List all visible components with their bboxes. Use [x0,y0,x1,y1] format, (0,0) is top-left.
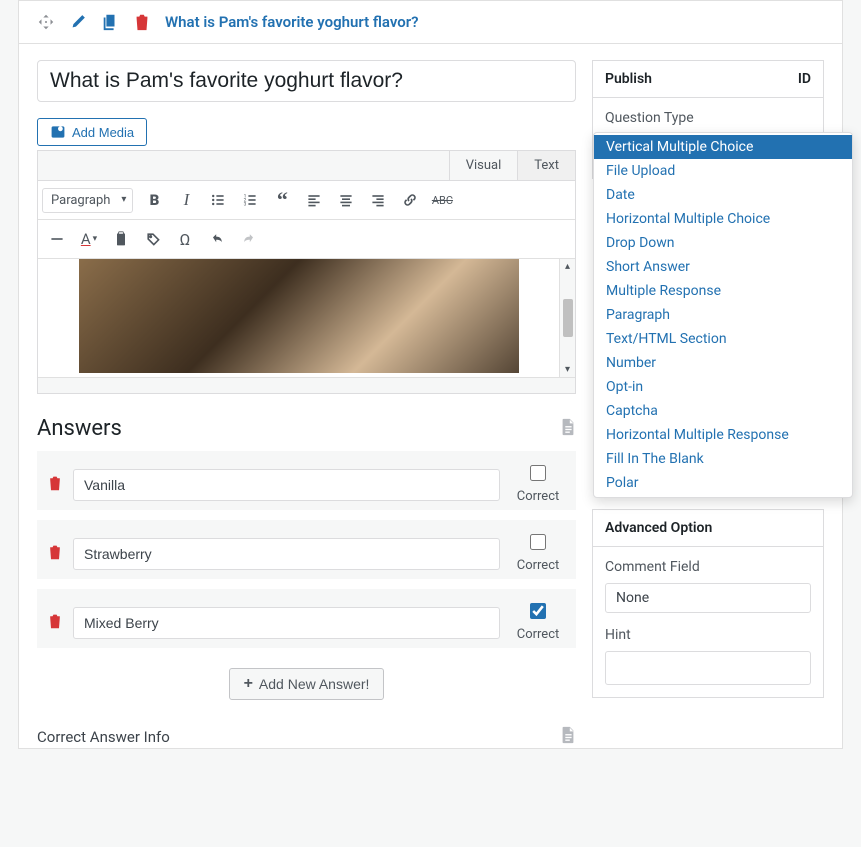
undo-icon[interactable] [202,224,232,254]
editor-toolbar-row-1: Paragraph B I 123 “ ABC [38,181,575,220]
add-new-answer-label: Add New Answer! [259,676,370,692]
tag-icon[interactable] [138,224,168,254]
rich-text-editor: Visual Text Paragraph B I 123 “ ABC [37,150,576,394]
editor-canvas[interactable] [38,259,559,377]
answer-row: Correct [37,589,576,648]
side-column: Publish ID Question Type Vertical Multip… [592,60,824,714]
trash-icon[interactable] [47,544,63,564]
question-type-option[interactable]: File Upload [594,159,852,183]
hint-label: Hint [605,627,811,643]
plus-icon: + [244,675,253,693]
correct-checkbox[interactable] [530,534,546,550]
question-type-option[interactable]: Paragraph [594,303,852,327]
question-type-option[interactable]: Fill In The Blank [594,447,852,471]
align-left-icon[interactable] [299,185,329,215]
question-type-option[interactable]: Polar [594,471,852,495]
advanced-option-title: Advanced Option [605,520,712,536]
correct-label: Correct [510,558,566,573]
italic-icon[interactable]: I [171,185,201,215]
id-label: ID [798,71,811,87]
copy-icon[interactable] [101,13,119,31]
question-header: What is Pam's favorite yoghurt flavor? [18,0,843,44]
question-type-option[interactable]: Horizontal Multiple Choice [594,207,852,231]
doc-icon[interactable] [560,418,576,440]
correct-checkbox[interactable] [530,603,546,619]
align-right-icon[interactable] [363,185,393,215]
trash-icon[interactable] [133,13,151,31]
answers-heading: Answers [37,416,122,441]
publish-panel: Publish ID Question Type Vertical Multip… [592,60,824,179]
format-select[interactable]: Paragraph [42,188,133,213]
tab-text[interactable]: Text [517,151,575,180]
hr-icon[interactable] [42,224,72,254]
textcolor-icon[interactable]: A▾ [74,224,104,254]
trash-icon[interactable] [47,613,63,633]
answer-input[interactable] [73,607,500,639]
align-center-icon[interactable] [331,185,361,215]
add-media-button[interactable]: Add Media [37,118,147,146]
advanced-option-panel: Advanced Option Comment Field None Hint [592,509,824,698]
answer-input[interactable] [73,538,500,570]
question-type-option[interactable]: Multiple Response [594,279,852,303]
scroll-thumb[interactable] [563,299,573,337]
add-new-answer-button[interactable]: + Add New Answer! [229,668,385,700]
bold-icon[interactable]: B [139,185,169,215]
blockquote-icon[interactable]: “ [267,185,297,215]
question-title-input[interactable] [37,60,576,102]
paste-icon[interactable] [106,224,136,254]
question-type-option[interactable]: Date [594,183,852,207]
tab-visual[interactable]: Visual [449,151,518,180]
add-media-label: Add Media [72,125,134,140]
bullet-list-icon[interactable] [203,185,233,215]
embedded-image[interactable] [79,259,519,373]
main-column: Add Media Visual Text Paragraph B I 123 … [37,60,576,748]
hint-input[interactable] [605,651,811,685]
redo-icon[interactable] [234,224,264,254]
scroll-down-icon[interactable]: ▾ [565,364,570,375]
question-type-option[interactable]: Drop Down [594,231,852,255]
answer-row: Correct [37,451,576,510]
link-icon[interactable] [395,185,425,215]
question-title-link[interactable]: What is Pam's favorite yoghurt flavor? [165,13,419,31]
question-type-option[interactable]: Short Answer [594,255,852,279]
editor-scrollbar[interactable]: ▴ ▾ [559,259,575,377]
strikethrough-icon[interactable]: ABC [427,185,457,215]
question-type-option[interactable]: Horizontal Multiple Response [594,423,852,447]
move-icon[interactable] [37,13,55,31]
question-type-option[interactable]: Text/HTML Section [594,327,852,351]
question-type-label: Question Type [605,110,811,126]
question-type-option[interactable]: Opt-in [594,375,852,399]
publish-title: Publish [605,71,652,87]
question-type-option[interactable]: Number [594,351,852,375]
correct-label: Correct [510,627,566,642]
comment-field-select[interactable]: None [605,583,811,613]
answer-input[interactable] [73,469,500,501]
trash-icon[interactable] [47,475,63,495]
scroll-up-icon[interactable]: ▴ [565,261,570,272]
correct-label: Correct [510,489,566,504]
numbered-list-icon[interactable]: 123 [235,185,265,215]
doc-icon[interactable] [560,726,576,748]
correct-checkbox[interactable] [530,465,546,481]
editor-resize-handle[interactable] [38,377,575,393]
question-type-dropdown: Vertical Multiple ChoiceFile UploadDateH… [593,132,853,498]
question-type-option[interactable]: Vertical Multiple Choice [594,135,852,159]
svg-text:3: 3 [244,202,247,208]
correct-answer-info-heading: Correct Answer Info [37,728,170,746]
question-type-option[interactable]: Captcha [594,399,852,423]
answer-row: Correct [37,520,576,579]
editor-toolbar-row-2: A▾ Ω [38,220,575,259]
comment-field-label: Comment Field [605,559,811,575]
edit-icon[interactable] [69,13,87,31]
omega-icon[interactable]: Ω [170,224,200,254]
